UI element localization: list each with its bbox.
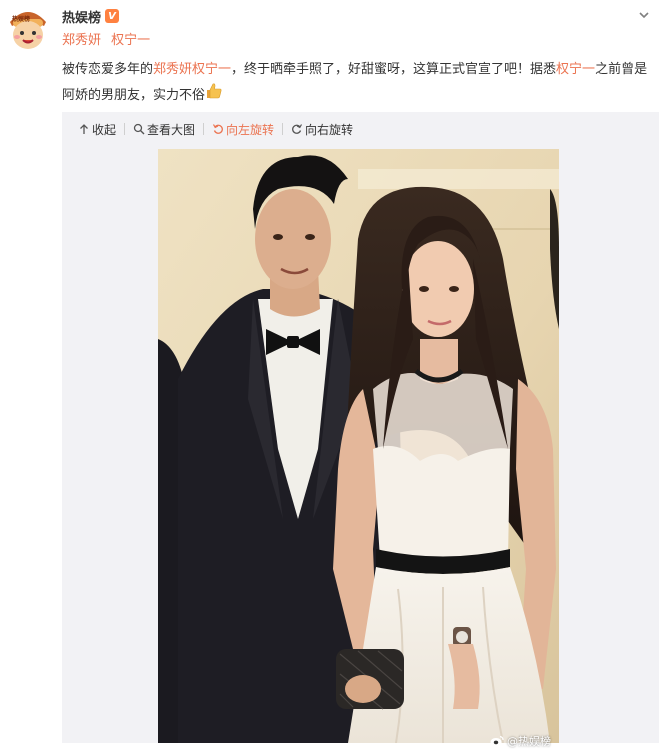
tag-link[interactable]: 权宁一	[111, 33, 150, 48]
weibo-post: 热娱榜 热娱榜 V 郑秀妍 权宁一 被传恋爱多年的郑秀妍权宁一，终于晒牵手照了，…	[0, 0, 659, 748]
tag-list: 郑秀妍 权宁一	[62, 32, 156, 50]
post-text: 被传恋爱多年的郑秀妍权宁一，终于晒牵手照了，好甜蜜呀，这算正式官宣了吧！据悉权宁…	[62, 58, 652, 109]
magnifier-icon	[133, 123, 145, 135]
media-toolbar: 收起 查看大图 向左旋转 向右旋转	[78, 118, 353, 140]
collapse-label: 收起	[92, 122, 117, 137]
view-large-label: 查看大图	[147, 122, 196, 137]
post-text-part: 被传恋爱多年的	[62, 62, 154, 77]
rotate-left-button[interactable]: 向左旋转	[212, 121, 274, 138]
avatar[interactable]	[4, 4, 52, 52]
watermark-text: @热娱榜	[507, 735, 551, 748]
view-large-button[interactable]: 查看大图	[133, 121, 195, 138]
divider	[282, 123, 284, 135]
media-panel: 收起 查看大图 向左旋转 向右旋转	[62, 112, 659, 743]
post-text-part: ，终于晒牵手照了，好甜蜜呀，这算正式官宣了吧！据悉	[231, 62, 557, 77]
rotate-right-label: 向右旋转	[305, 122, 354, 137]
username[interactable]: 热娱榜	[62, 7, 101, 26]
collapse-button[interactable]: 收起	[78, 121, 116, 138]
photo-watermark: @热娱榜	[490, 733, 551, 749]
post-photo[interactable]	[158, 149, 559, 743]
divider	[124, 123, 126, 135]
topic-link[interactable]: 郑秀妍权宁一	[153, 62, 231, 77]
rotate-left-label: 向左旋转	[226, 122, 275, 137]
tag-link[interactable]: 郑秀妍	[62, 33, 101, 48]
couple-photo	[158, 149, 559, 743]
weibo-logo-icon	[490, 735, 504, 746]
chevron-down-icon[interactable]	[638, 9, 650, 21]
username-row: 热娱榜 V	[62, 6, 120, 26]
arrow-up-icon	[80, 124, 88, 134]
thumbs-up-icon	[205, 82, 223, 109]
rotate-left-icon	[213, 124, 223, 134]
rotate-right-button[interactable]: 向右旋转	[291, 121, 353, 138]
avatar-cartoon-icon	[5, 5, 51, 51]
divider	[203, 123, 205, 135]
topic-link[interactable]: 权宁一	[556, 62, 595, 77]
rotate-right-icon	[292, 124, 303, 134]
verified-badge-icon: V	[105, 9, 120, 23]
avatar-label: 热娱榜	[12, 16, 31, 23]
